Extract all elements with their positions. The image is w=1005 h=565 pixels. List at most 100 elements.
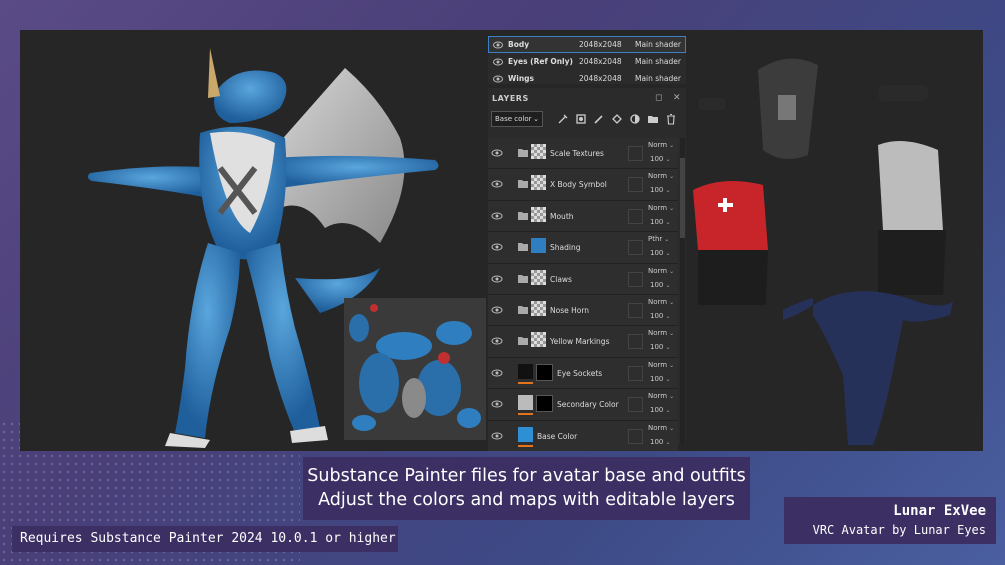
add-effect-icon[interactable] xyxy=(557,113,569,125)
texture-set-name: Wings xyxy=(508,74,535,83)
layer-mask-thumbnail[interactable] xyxy=(536,395,553,413)
blend-mode-select[interactable]: Norm ⌄ xyxy=(648,392,674,400)
smart-material-icon[interactable] xyxy=(629,113,641,125)
paint-layer-icon[interactable] xyxy=(593,113,605,125)
texture-set-shader[interactable]: Main shader xyxy=(631,74,681,83)
layer-row[interactable]: Yellow Markings Norm ⌄ 100 ⌄ xyxy=(488,326,678,358)
opacity-select[interactable]: 100 ⌄ xyxy=(650,186,670,194)
layer-row[interactable]: X Body Symbol Norm ⌄ 100 ⌄ xyxy=(488,169,678,201)
eye-icon[interactable] xyxy=(493,58,503,66)
fill-layer-icon[interactable] xyxy=(611,113,623,125)
eye-icon[interactable] xyxy=(493,41,503,49)
eye-icon[interactable] xyxy=(491,180,503,188)
blend-mode-select[interactable]: Norm ⌄ xyxy=(648,329,674,337)
chevron-down-icon: ⌄ xyxy=(665,407,671,415)
layer-row[interactable]: Claws Norm ⌄ 100 ⌄ xyxy=(488,263,678,295)
layer-options-box[interactable] xyxy=(628,177,643,193)
eye-icon[interactable] xyxy=(491,337,503,345)
layer-row[interactable]: Mouth Norm ⌄ 100 ⌄ xyxy=(488,200,678,233)
eye-icon[interactable] xyxy=(491,149,503,157)
opacity-select[interactable]: 100 ⌄ xyxy=(650,406,670,414)
opacity-select[interactable]: 100 ⌄ xyxy=(650,281,670,289)
opacity-select[interactable]: 100 ⌄ xyxy=(650,312,670,320)
blend-mode-select[interactable]: Norm ⌄ xyxy=(648,141,674,149)
blend-mode-select[interactable]: Norm ⌄ xyxy=(648,172,674,180)
texture-set-row[interactable]: Body 2048x2048 Main shader xyxy=(488,36,686,53)
opacity-select[interactable]: 100 ⌄ xyxy=(650,249,670,257)
opacity-value: 100 xyxy=(650,311,664,320)
layer-options-box[interactable] xyxy=(628,208,643,224)
layer-row[interactable]: Eye Sockets Norm ⌄ 100 ⌄ xyxy=(488,357,678,390)
eye-icon[interactable] xyxy=(491,432,503,440)
close-icon[interactable]: ✕ xyxy=(672,93,682,103)
requirements-note: Requires Substance Painter 2024 10.0.1 o… xyxy=(12,526,398,552)
folder-icon[interactable] xyxy=(518,274,528,283)
layer-options-box[interactable] xyxy=(628,428,643,444)
opacity-select[interactable]: 100 ⌄ xyxy=(650,155,670,163)
layer-options-box[interactable] xyxy=(628,365,643,381)
folder-icon[interactable] xyxy=(518,336,528,346)
layer-row[interactable]: Shading Pthr ⌄ 100 ⌄ xyxy=(488,232,678,264)
chevron-down-icon: ⌄ xyxy=(669,424,675,432)
texture-set-shader[interactable]: Main shader xyxy=(631,57,681,66)
folder-icon[interactable] xyxy=(518,305,528,314)
opacity-value: 100 xyxy=(650,217,664,226)
layer-options-box[interactable] xyxy=(628,240,643,256)
blend-mode-value: Norm xyxy=(648,423,668,432)
layers-toolbar: Base color ⌄ xyxy=(488,108,686,130)
caption-line-2: Adjust the colors and maps with editable… xyxy=(318,490,735,510)
layer-thumbnail xyxy=(531,269,546,285)
layer-options-box[interactable] xyxy=(628,334,643,350)
layer-name: Eye Sockets xyxy=(557,368,603,378)
blend-mode-select[interactable]: Norm ⌄ xyxy=(648,204,674,212)
opacity-select[interactable]: 100 ⌄ xyxy=(650,375,670,383)
eye-icon[interactable] xyxy=(491,275,503,283)
layer-thumbnail xyxy=(531,300,546,316)
layer-options-box[interactable] xyxy=(628,302,643,318)
folder-icon[interactable] xyxy=(647,113,659,125)
opacity-select[interactable]: 100 ⌄ xyxy=(650,438,670,446)
layer-row[interactable]: Nose Horn Norm ⌄ 100 ⌄ xyxy=(488,294,678,327)
layer-options-box[interactable] xyxy=(628,146,643,161)
chevron-down-icon: ⌄ xyxy=(665,438,671,446)
blend-mode-select[interactable]: Norm ⌄ xyxy=(648,298,674,306)
eye-icon[interactable] xyxy=(493,75,503,83)
layer-thumbnail xyxy=(531,206,546,222)
texture-set-row[interactable]: Wings 2048x2048 Main shader xyxy=(488,70,686,87)
folder-icon[interactable] xyxy=(518,148,528,157)
texture-set-shader[interactable]: Main shader xyxy=(631,40,681,49)
texture-set-resolution: 2048x2048 xyxy=(579,74,622,83)
eye-icon[interactable] xyxy=(491,400,503,408)
blend-mode-select[interactable]: Norm ⌄ xyxy=(648,267,674,275)
blend-mode-value: Norm xyxy=(648,203,668,212)
eye-icon[interactable] xyxy=(491,243,503,251)
folder-icon[interactable] xyxy=(518,211,528,220)
layer-row[interactable]: Base Color Norm ⌄ 100 ⌄ xyxy=(488,420,678,451)
layer-row[interactable]: Scale Textures Norm ⌄ 100 ⌄ xyxy=(488,138,678,170)
popout-icon[interactable]: ◻ xyxy=(654,93,664,103)
opacity-select[interactable]: 100 ⌄ xyxy=(650,343,670,351)
eye-icon[interactable] xyxy=(491,306,503,314)
layer-options-box[interactable] xyxy=(628,397,643,413)
opacity-value: 100 xyxy=(650,280,664,289)
viewport: Body 2048x2048 Main shader Eyes (Ref Onl… xyxy=(20,30,983,451)
chevron-down-icon: ⌄ xyxy=(669,298,675,306)
layer-tools xyxy=(557,113,683,125)
eye-icon[interactable] xyxy=(491,212,503,220)
scrollbar-thumb[interactable] xyxy=(680,158,685,238)
opacity-select[interactable]: 100 ⌄ xyxy=(650,218,670,226)
layer-row[interactable]: Secondary Color Norm ⌄ 100 ⌄ xyxy=(488,389,678,421)
texture-set-row[interactable]: Eyes (Ref Only) 2048x2048 Main shader xyxy=(488,53,686,70)
channel-select[interactable]: Base color ⌄ xyxy=(491,111,543,127)
add-mask-icon[interactable] xyxy=(575,113,587,125)
eye-icon[interactable] xyxy=(491,369,503,377)
blend-mode-select[interactable]: Pthr ⌄ xyxy=(648,235,669,243)
trash-icon[interactable] xyxy=(665,113,677,125)
blend-mode-select[interactable]: Norm ⌄ xyxy=(648,424,674,432)
folder-icon[interactable] xyxy=(518,179,528,189)
layer-mask-thumbnail[interactable] xyxy=(536,363,553,381)
layer-options-box[interactable] xyxy=(628,271,643,287)
layers-scrollbar[interactable] xyxy=(680,138,685,444)
blend-mode-select[interactable]: Norm ⌄ xyxy=(648,361,674,369)
folder-icon[interactable] xyxy=(518,242,528,252)
